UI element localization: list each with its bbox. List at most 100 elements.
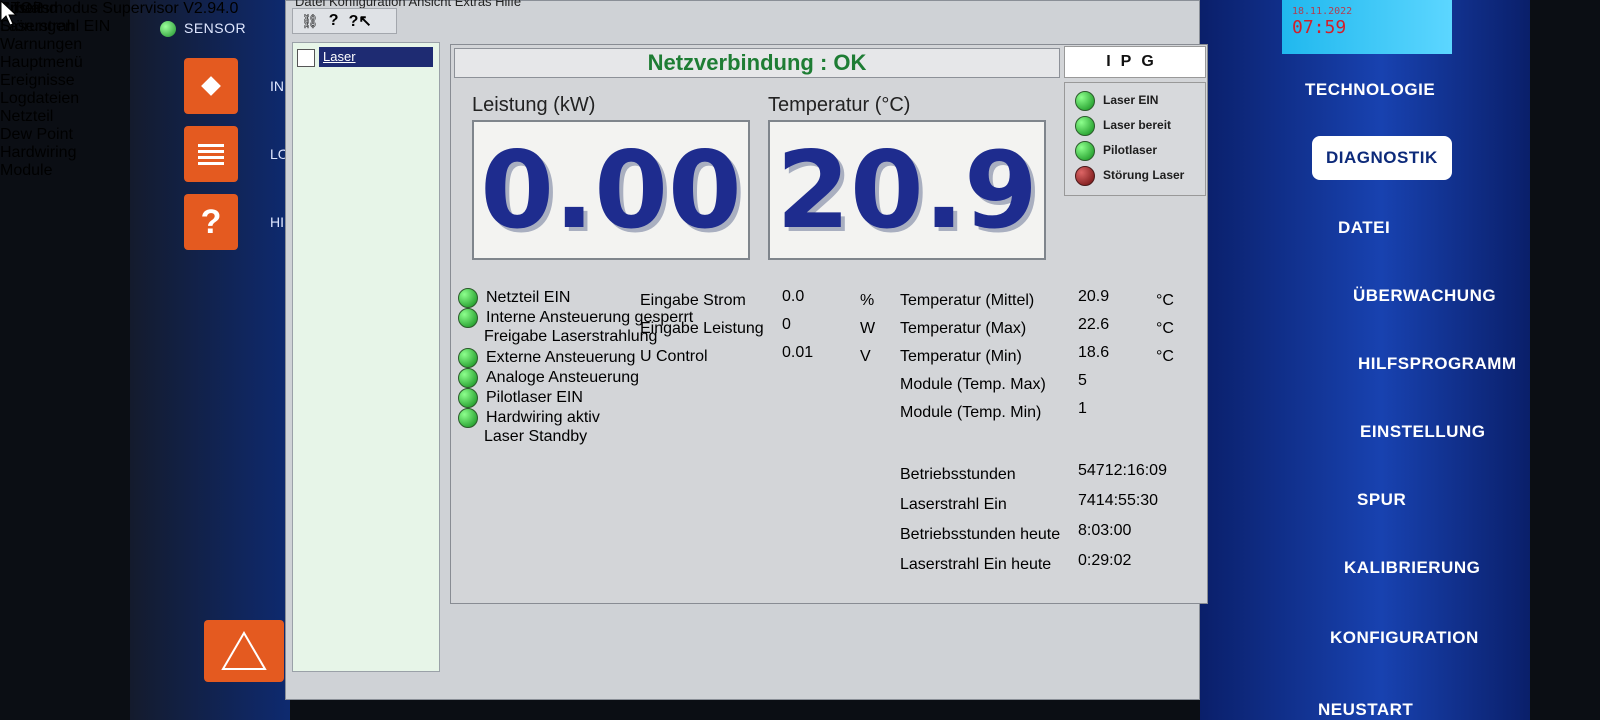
laserstrahl-ein-heute-label: Laserstrahl Ein heute — [900, 556, 1052, 573]
leistung-input[interactable]: 0 — [782, 316, 850, 340]
warning-triangle-icon — [221, 631, 267, 670]
led-laser-standby: Laser Standby — [458, 428, 587, 446]
temp-max-label: Temperatur (Max) — [900, 320, 1027, 337]
temp-min-value: 18.6 — [1078, 344, 1110, 361]
off-led-icon — [458, 328, 476, 346]
betriebsstunden-heute-label: Betriebsstunden heute — [900, 526, 1061, 543]
green-led-icon — [458, 368, 478, 388]
context-help-icon[interactable]: ?↖ — [349, 11, 372, 31]
module-temp-min-label: Module (Temp. Min) — [900, 404, 1042, 421]
power-gauge-title: Leistung (kW) — [472, 94, 596, 116]
tab-ereignisse[interactable]: Ereignisse — [0, 72, 83, 90]
led-freigabe-laserstrahlung: Freigabe Laserstrahlung — [458, 328, 657, 346]
list-icon — [198, 144, 224, 165]
input-label-strom: Eingabe Strom — [640, 292, 746, 309]
log-button[interactable] — [184, 126, 238, 182]
mouse-cursor-icon — [0, 0, 18, 31]
help-button[interactable]: ? — [184, 194, 238, 250]
in-label: IN — [270, 78, 284, 94]
laserstrahl-ein-heute-value: 0:29:02 — [1078, 552, 1132, 569]
nav-neustart[interactable]: NEUSTART — [1318, 700, 1413, 720]
led-hardwiring-aktiv: Hardwiring aktiv — [458, 408, 600, 428]
unit-celsius: °C — [1156, 292, 1174, 309]
warning-button[interactable] — [204, 620, 284, 682]
nav-spur[interactable]: SPUR — [1357, 490, 1406, 510]
nav-diagnostik[interactable]: DIAGNOSTIK — [1312, 136, 1452, 180]
temperature-gauge: 20.9 — [768, 120, 1046, 260]
sensor-led-icon — [160, 21, 176, 38]
nav-technologie[interactable]: TECHNOLOGIE — [1305, 80, 1435, 100]
temp-gauge-title: Temperatur (°C) — [768, 94, 911, 116]
tab-netzteil[interactable]: Netzteil — [0, 108, 83, 126]
power-value: 0.00 — [480, 128, 742, 252]
tab-logdateien[interactable]: Logdateien — [0, 90, 83, 108]
tab-hauptmenue[interactable]: Hauptmenü — [0, 54, 83, 72]
in-button[interactable] — [184, 58, 238, 114]
temp-mittel-value: 20.9 — [1078, 288, 1110, 305]
nav-datei[interactable]: DATEI — [1338, 218, 1390, 238]
tree-item-laser[interactable]: Laser — [319, 47, 433, 67]
toolbar: ⛓ ? ?↖ — [292, 8, 397, 34]
clock-time: 07:59 — [1292, 17, 1347, 38]
clock-box: 18.11.2022 07:59 — [1282, 0, 1452, 54]
sensor-label: SENSOR — [184, 20, 247, 36]
link-icon[interactable]: ⛓ — [301, 13, 319, 30]
green-led-icon — [458, 288, 478, 308]
tab-module[interactable]: Module — [0, 162, 83, 180]
ucontrol-input[interactable]: 0.01 — [782, 344, 850, 368]
betriebsstunden-label: Betriebsstunden — [900, 466, 1016, 483]
tab-dew-point[interactable]: Dew Point — [0, 126, 83, 144]
window-status-bar: Arbeitsmodus Supervisor V2.94.0 — [0, 0, 238, 18]
ipg-logo: IPG — [1064, 46, 1206, 78]
unit-celsius: °C — [1156, 320, 1174, 337]
tab-warnungen[interactable]: Warnungen — [0, 36, 83, 54]
led-externe-ansteuerung: Externe Ansteuerung — [458, 348, 635, 368]
off-led-icon — [458, 428, 476, 446]
unit-percent: % — [860, 292, 875, 309]
temperature-value: 20.9 — [776, 128, 1038, 252]
red-led-icon — [1075, 166, 1095, 186]
green-led-icon — [458, 348, 478, 368]
temp-min-label: Temperatur (Min) — [900, 348, 1022, 365]
led-label: Hardwiring aktiv — [486, 409, 600, 427]
question-icon: ? — [200, 202, 222, 241]
led-label: Laser Standby — [484, 428, 588, 446]
power-gauge: 0.00 — [472, 120, 750, 260]
nav-einstellung[interactable]: EINSTELLUNG — [1360, 422, 1485, 442]
laser-status-box: Laser EIN Laser bereit Pilotlaser Störun… — [1064, 82, 1206, 196]
led-netzteil-ein: Netzteil EIN — [458, 288, 570, 308]
clock-date: 18.11.2022 — [1292, 6, 1353, 17]
unit-watt: W — [860, 320, 876, 337]
strom-input[interactable]: 0.0 — [782, 288, 850, 312]
status-laser-bereit: Laser bereit — [1075, 116, 1171, 136]
led-label: Externe Ansteuerung — [486, 349, 636, 367]
unit-celsius: °C — [1156, 348, 1174, 365]
tab-hardwiring[interactable]: Hardwiring — [0, 144, 83, 162]
network-status-banner: Netzverbindung : OK — [454, 48, 1060, 78]
logo-text: IPG — [1106, 53, 1164, 70]
green-led-icon — [458, 388, 478, 408]
nav-konfiguration[interactable]: KONFIGURATION — [1330, 628, 1479, 648]
status-label: Laser EIN — [1103, 93, 1159, 108]
status-user: Supervisor — [102, 0, 179, 17]
nav-hilfsprogramm[interactable]: HILFSPROGRAMM — [1358, 354, 1517, 374]
module-temp-max-value: 5 — [1078, 372, 1087, 389]
module-temp-min-value: 1 — [1078, 400, 1087, 417]
status-label: Störung Laser — [1103, 168, 1185, 183]
betriebsstunden-heute-value: 8:03:00 — [1078, 522, 1132, 539]
led-label: Netzteil EIN — [486, 289, 571, 307]
diamond-icon — [201, 76, 221, 96]
status-laser-ein: Laser EIN — [1075, 91, 1158, 111]
laserstrahl-ein-label: Laserstrahl Ein — [900, 496, 1007, 513]
tree-view: Laser — [292, 42, 440, 672]
led-analoge-ansteuerung: Analoge Ansteuerung — [458, 368, 639, 388]
nav-kalibrierung[interactable]: KALIBRIERUNG — [1344, 558, 1480, 578]
help-icon[interactable]: ? — [329, 12, 339, 30]
green-led-icon — [1075, 91, 1095, 111]
led-label: Pilotlaser EIN — [486, 389, 583, 407]
network-status-text: Netzverbindung : OK — [647, 50, 867, 75]
led-label: Analoge Ansteuerung — [486, 369, 640, 387]
status-version: V2.94.0 — [183, 0, 239, 17]
device-icon — [297, 49, 315, 67]
nav-ueberwachung[interactable]: ÜBERWACHUNG — [1353, 286, 1496, 306]
